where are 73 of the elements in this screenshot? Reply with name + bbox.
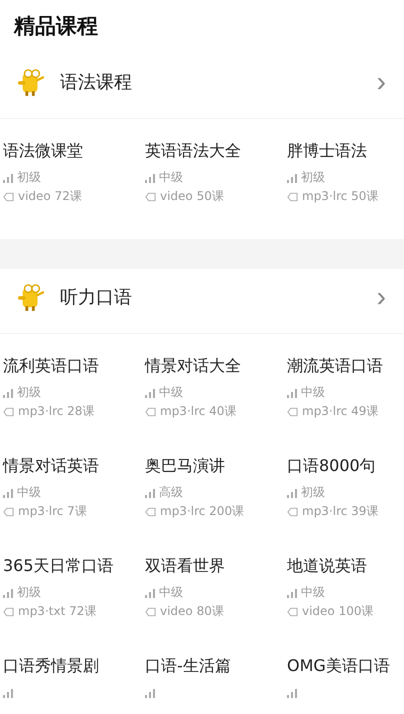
- course-level: 中级: [159, 169, 183, 186]
- tag-icon: [3, 406, 14, 416]
- tag-icon: [145, 192, 156, 202]
- course-title[interactable]: OMG美语口语: [287, 656, 404, 677]
- course-level: 中级: [301, 384, 325, 401]
- course-title[interactable]: 口语-生活篇: [145, 656, 287, 677]
- course-level: 中级: [159, 584, 183, 601]
- course-title[interactable]: 流利英语口语: [3, 356, 145, 377]
- mascot-icon: [18, 68, 44, 96]
- tag-icon: [3, 606, 14, 616]
- course-level: 中级: [159, 384, 183, 401]
- course-title[interactable]: 双语看世界: [145, 556, 287, 577]
- course-level: 初级: [301, 484, 325, 501]
- course-level: 初级: [17, 584, 41, 601]
- course-format: mp3·lrc 7课: [18, 503, 87, 520]
- course-title[interactable]: 口语8000句: [287, 456, 404, 477]
- more-button[interactable]: ›: [376, 68, 386, 96]
- level-bars-icon: [287, 172, 297, 182]
- course-format: mp3·lrc 200课: [160, 503, 244, 520]
- course-title[interactable]: 胖博士语法: [287, 141, 404, 162]
- course-level: 初级: [17, 169, 41, 186]
- course-format: mp3·lrc 40课: [160, 403, 236, 420]
- course-title[interactable]: 奥巴马演讲: [145, 456, 287, 477]
- tag-icon: [145, 606, 156, 616]
- course-format: mp3·lrc 50课: [302, 188, 378, 205]
- course-title[interactable]: 地道说英语: [287, 556, 404, 577]
- level-bars-icon: [287, 588, 297, 598]
- tag-icon: [3, 192, 14, 202]
- course-title[interactable]: 情景对话英语: [3, 456, 145, 477]
- course-level: 初级: [17, 384, 41, 401]
- level-bars-icon: [145, 388, 155, 398]
- course-title[interactable]: 365天日常口语: [3, 556, 145, 577]
- level-bars-icon: [3, 588, 13, 598]
- course-title[interactable]: 口语秀情景剧: [3, 656, 145, 677]
- course-format: video 72课: [18, 188, 82, 205]
- course-format: mp3·lrc 49课: [302, 403, 378, 420]
- course-format: video 100课: [302, 603, 374, 620]
- course-format: video 80课: [160, 603, 224, 620]
- tag-icon: [145, 406, 156, 416]
- tag-icon: [287, 192, 298, 202]
- level-bars-icon: [145, 588, 155, 598]
- level-bars-icon: [3, 172, 13, 182]
- level-bars-icon: [287, 388, 297, 398]
- mascot-icon: [18, 283, 44, 311]
- level-bars-icon: [145, 488, 155, 498]
- course-title[interactable]: 情景对话大全: [145, 356, 287, 377]
- section-title: 语法课程: [60, 71, 133, 94]
- level-bars-icon: [3, 388, 13, 398]
- course-level: 高级: [159, 484, 183, 501]
- level-bars-icon: [287, 488, 297, 498]
- course-format: mp3·txt 72课: [18, 603, 96, 620]
- course-level: 中级: [301, 584, 325, 601]
- tag-icon: [3, 506, 14, 516]
- course-format: mp3·lrc 39课: [302, 503, 378, 520]
- level-bars-icon: [3, 688, 13, 698]
- course-title[interactable]: 英语语法大全: [145, 141, 287, 162]
- course-level: 中级: [17, 484, 41, 501]
- course-format: mp3·lrc 28课: [18, 403, 94, 420]
- course-level: 初级: [301, 169, 325, 186]
- tag-icon: [145, 506, 156, 516]
- course-title[interactable]: 潮流英语口语: [287, 356, 404, 377]
- tag-icon: [287, 606, 298, 616]
- section-title: 听力口语: [60, 286, 133, 309]
- tag-icon: [287, 506, 298, 516]
- tag-icon: [287, 406, 298, 416]
- more-button[interactable]: ›: [376, 283, 386, 311]
- level-bars-icon: [145, 172, 155, 182]
- level-bars-icon: [3, 488, 13, 498]
- course-title[interactable]: 语法微课堂: [3, 141, 145, 162]
- course-format: video 50课: [160, 188, 224, 205]
- level-bars-icon: [287, 688, 297, 698]
- page-title: 精品课程: [12, 13, 99, 40]
- level-bars-icon: [145, 688, 155, 698]
